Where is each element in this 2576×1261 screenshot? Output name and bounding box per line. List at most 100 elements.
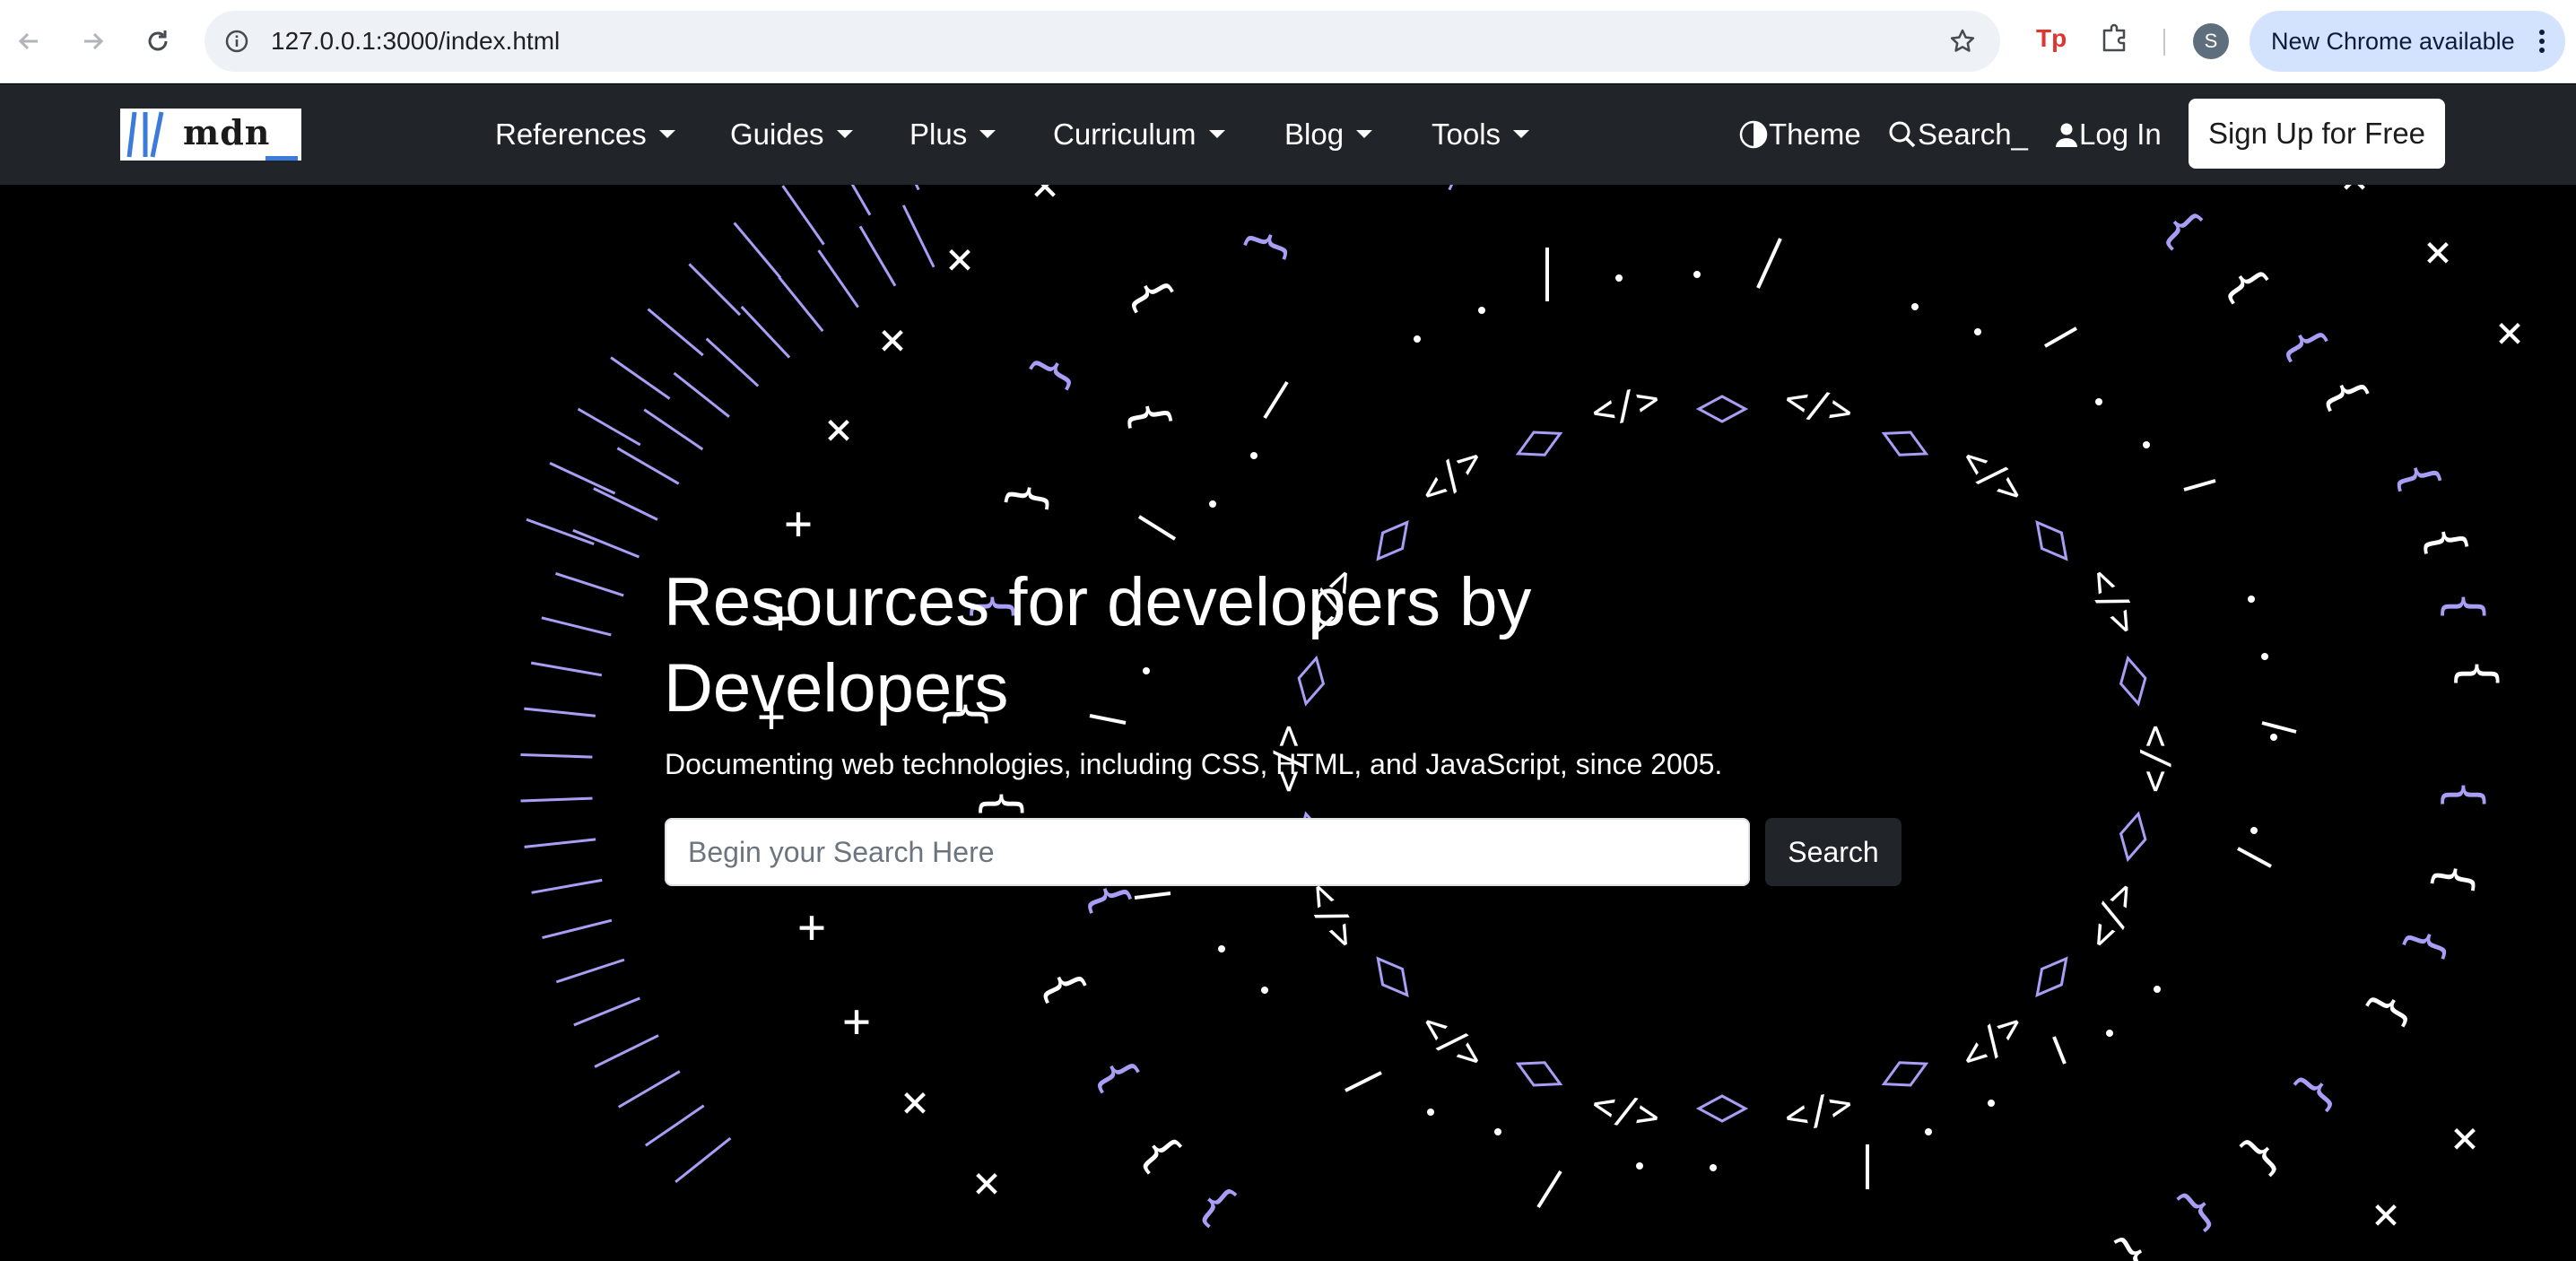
- pattern-dot: [1615, 274, 1623, 282]
- pattern-dash: [555, 958, 625, 984]
- pattern-dot: [1974, 328, 1981, 335]
- hero-section: </> </> </> </> </> </> </> </> </> </> </> </> </> <…: [0, 185, 2576, 1261]
- pattern-dash: [524, 707, 596, 717]
- site-info-icon[interactable]: [224, 29, 249, 54]
- login-link[interactable]: Log In: [2054, 84, 2162, 185]
- pattern-dash: [526, 517, 595, 545]
- address-bar[interactable]: 127.0.0.1:3000/index.html: [205, 11, 2000, 72]
- pattern-glyph: {: [2170, 1180, 2228, 1242]
- pattern-glyph: </>: [2079, 876, 2148, 957]
- pattern-glyph: </>: [2135, 725, 2179, 793]
- pattern-dash: [555, 572, 624, 597]
- nav-search-button[interactable]: Search_: [1887, 84, 2028, 185]
- browser-toolbar: 127.0.0.1:3000/index.html Tp S New Chrom…: [0, 0, 2576, 83]
- bookmark-star-icon[interactable]: [1948, 27, 1977, 56]
- pattern-diamond: [1881, 430, 1929, 457]
- mdn-logo[interactable]: mdn: [120, 109, 301, 161]
- mdn-logo-icon: [126, 111, 164, 158]
- pattern-glyph: {: [999, 478, 1060, 517]
- pattern-spoke: [2237, 847, 2272, 868]
- pattern-diamond: [2035, 520, 2068, 561]
- pattern-dash: [520, 796, 593, 803]
- svg-text:Tp: Tp: [2036, 24, 2067, 52]
- pattern-dash: [850, 185, 872, 216]
- pattern-glyph: {: [2275, 316, 2338, 370]
- pattern-glyph: </>: [1780, 1083, 1857, 1142]
- chevron-down-icon: [658, 129, 675, 138]
- pattern-dash: [914, 185, 920, 191]
- hero-search-input[interactable]: [665, 818, 1750, 886]
- pattern-glyph: {: [2437, 780, 2493, 810]
- pattern-dot: [1911, 303, 1919, 310]
- chevron-down-icon: [1356, 129, 1373, 138]
- pattern-glyph: {: [1032, 960, 1096, 1010]
- hero-search-button[interactable]: Search: [1765, 818, 1902, 886]
- nav-references[interactable]: References: [495, 84, 675, 185]
- pattern-spoke: [1345, 1071, 1382, 1092]
- pattern-glyph: {: [975, 789, 1031, 819]
- back-button[interactable]: [4, 16, 54, 66]
- pattern-glyph: {: [2315, 368, 2379, 418]
- pattern-dot: [2095, 398, 2102, 405]
- chrome-update-button[interactable]: New Chrome available: [2250, 11, 2565, 72]
- pattern-dash: [817, 249, 859, 309]
- pattern-dot: [1478, 307, 1485, 314]
- url-text[interactable]: 127.0.0.1:3000/index.html: [271, 11, 560, 72]
- pattern-spoke: [1756, 238, 1782, 289]
- tp-extension-icon[interactable]: Tp: [2032, 20, 2068, 56]
- pattern-diamond: [1695, 1094, 1749, 1123]
- pattern-glyph: ×: [2424, 225, 2451, 279]
- pattern-dash: [530, 661, 603, 677]
- theme-toggle[interactable]: Theme: [1738, 84, 1861, 185]
- pattern-dash: [616, 447, 680, 485]
- pattern-dash: [673, 371, 730, 418]
- reload-button[interactable]: [133, 16, 183, 66]
- pattern-glyph: {: [2450, 659, 2507, 689]
- pattern-dot: [2143, 441, 2150, 448]
- pattern-dot: [1250, 452, 1258, 459]
- nav-references-label: References: [495, 117, 647, 151]
- nav-curriculum[interactable]: Curriculum: [1053, 84, 1225, 185]
- back-icon: [18, 32, 38, 50]
- pattern-glyph: {: [2152, 196, 2213, 257]
- pattern-dash: [858, 225, 897, 287]
- pattern-dash: [643, 408, 704, 451]
- pattern-glyph: {: [1023, 345, 1087, 399]
- chevron-down-icon: [1513, 129, 1530, 138]
- pattern-glyph: </>: [1411, 1004, 1492, 1081]
- pattern-glyph: ×: [2450, 1111, 2478, 1165]
- site-navbar: mdn References Guides Plus Curriculum Bl…: [0, 84, 2576, 185]
- pattern-diamond: [1515, 430, 1563, 457]
- extensions-puzzle-icon[interactable]: [2097, 20, 2133, 56]
- nav-curriculum-label: Curriculum: [1053, 117, 1197, 151]
- pattern-dash: [617, 1070, 681, 1109]
- forward-button[interactable]: [68, 16, 118, 66]
- pattern-glyph: {: [1130, 1122, 1192, 1180]
- profile-avatar[interactable]: S: [2193, 23, 2229, 59]
- pattern-glyph: {: [1120, 396, 1181, 434]
- pattern-glyph: {: [2425, 859, 2486, 898]
- pattern-glyph: {: [2360, 982, 2424, 1036]
- pattern-dash: [520, 752, 593, 759]
- nav-plus[interactable]: Plus: [909, 84, 996, 185]
- pattern-glyph: {: [2215, 255, 2278, 311]
- pattern-glyph: {: [1188, 1172, 1246, 1234]
- reload-icon: [148, 30, 168, 51]
- pattern-glyph: {: [2232, 1126, 2293, 1187]
- pattern-dash: [901, 204, 936, 268]
- pattern-glyph: ×: [2371, 1187, 2399, 1241]
- pattern-glyph: +: [797, 900, 825, 954]
- nav-guides[interactable]: Guides: [730, 84, 853, 185]
- pattern-spoke: [2052, 1036, 2067, 1065]
- pattern-dot: [1414, 335, 1421, 343]
- pattern-dot: [2261, 653, 2268, 660]
- chevron-down-icon: [1208, 129, 1225, 138]
- nav-tools[interactable]: Tools: [1432, 84, 1530, 185]
- pattern-glyph: {: [2107, 1226, 2161, 1261]
- signup-button[interactable]: Sign Up for Free: [2189, 99, 2445, 169]
- chevron-down-icon: [836, 129, 853, 138]
- pattern-glyph: {: [1086, 1047, 1150, 1100]
- pattern-glyph: ×: [824, 403, 852, 457]
- nav-blog[interactable]: Blog: [1284, 84, 1373, 185]
- pattern-dash: [644, 1104, 705, 1147]
